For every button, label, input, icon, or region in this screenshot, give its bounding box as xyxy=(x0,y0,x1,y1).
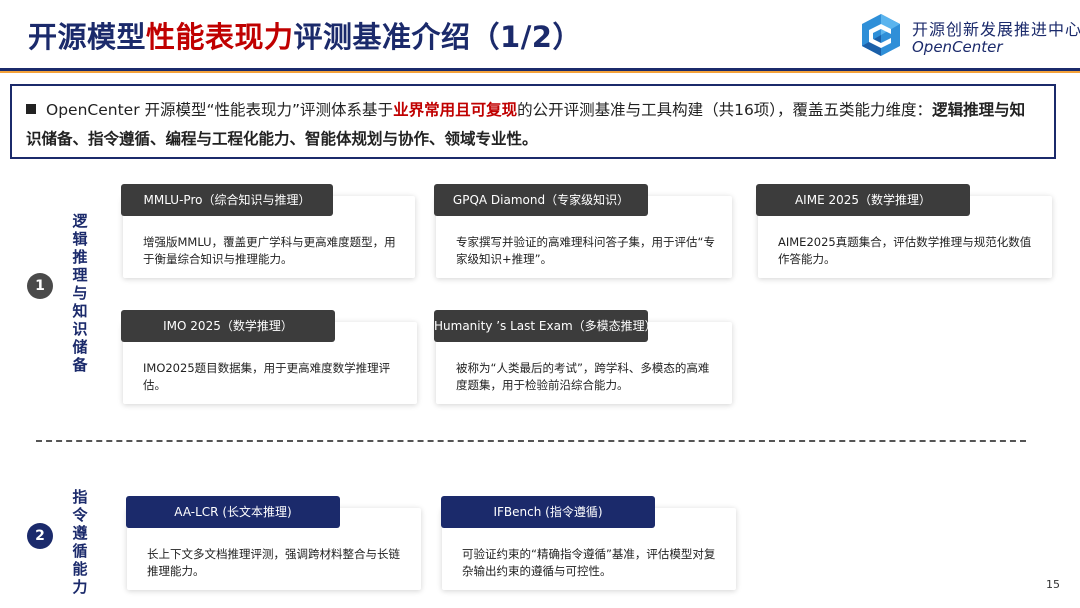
tag-aime-2025: AIME 2025（数学推理） xyxy=(756,184,970,216)
card-desc: 增强版MMLU，覆盖更广学科与更高难度题型，用于衡量综合知识与推理能力。 xyxy=(143,235,396,266)
hexagon-logo-icon xyxy=(862,14,900,56)
section-label-char: 识 xyxy=(72,320,88,338)
section-label-char: 逻 xyxy=(72,212,88,230)
logo-text-en: OpenCenter xyxy=(912,38,1003,56)
card-desc: 被称为“人类最后的考试”，跨学科、多模态的高难度题集，用于检验前沿综合能力。 xyxy=(456,361,710,392)
intro-box: OpenCenter 开源模型“性能表现力”评测体系基于业界常用且可复现的公开评… xyxy=(10,84,1056,159)
title-part2: 评测基准介绍（1/2） xyxy=(293,20,582,54)
tag-gpqa-diamond: GPQA Diamond（专家级知识） xyxy=(434,184,648,216)
opencenter-logo: 开源创新发展推进中心 OpenCenter xyxy=(858,12,1080,62)
section-label-char: 推 xyxy=(72,248,88,266)
section-label-char: 备 xyxy=(72,356,88,374)
title-highlight: 性能表现力 xyxy=(146,20,294,54)
logo-text-cn: 开源创新发展推进中心 xyxy=(912,20,1080,39)
card-desc: AIME2025真题集合，评估数学推理与规范化数值作答能力。 xyxy=(778,235,1032,266)
tag-humanitys-last-exam: Humanity ’s Last Exam（多模态推理） xyxy=(434,310,648,342)
section-label-1: 逻辑推理与知识储备 xyxy=(70,212,90,374)
tag-ifbench: IFBench (指令遵循) xyxy=(441,496,655,528)
section-label-char: 循 xyxy=(72,542,88,560)
section-label-char: 遵 xyxy=(72,524,88,542)
tag-mmlu-pro: MMLU-Pro（综合知识与推理） xyxy=(121,184,333,216)
title-part1: 开源模型 xyxy=(28,20,147,54)
intro-part1: OpenCenter 开源模型“性能表现力”评测体系基于 xyxy=(46,101,394,119)
tag-aa-lcr: AA-LCR (长文本推理) xyxy=(126,496,340,528)
section-number-1: 1 xyxy=(27,273,53,299)
square-bullet-icon xyxy=(26,104,36,114)
intro-part2: 的公开评测基准与工具构建（共16项），覆盖五类能力维度： xyxy=(517,101,933,119)
section-label-char: 辑 xyxy=(72,230,88,248)
section-label-char: 令 xyxy=(72,506,88,524)
section-label-char: 与 xyxy=(72,284,88,302)
section-label-2: 指令遵循能力 xyxy=(70,488,90,596)
card-desc: 长上下文多文档推理评测，强调跨材料整合与长链推理能力。 xyxy=(147,547,400,578)
section-label-char: 能 xyxy=(72,560,88,578)
page-title: 开源模型性能表现力评测基准介绍（1/2） xyxy=(28,14,582,56)
tag-imo-2025: IMO 2025（数学推理） xyxy=(121,310,335,342)
section-label-char: 知 xyxy=(72,302,88,320)
card-desc: IMO2025题目数据集，用于更高难度数学推理评估。 xyxy=(143,361,391,392)
section-label-char: 力 xyxy=(72,578,88,596)
card-desc: 专家撰写并验证的高难理科问答子集，用于评估“专家级知识+推理”。 xyxy=(456,235,715,266)
section-number-2: 2 xyxy=(27,523,53,549)
header-rule-orange xyxy=(0,71,1080,73)
section-divider xyxy=(36,440,1026,442)
section-label-char: 理 xyxy=(72,266,88,284)
intro-highlight: 业界常用且可复现 xyxy=(393,101,518,119)
section-label-char: 储 xyxy=(72,338,88,356)
card-desc: 可验证约束的“精确指令遵循”基准，评估模型对复杂输出约束的遵循与可控性。 xyxy=(462,547,716,578)
page-number: 15 xyxy=(1046,578,1060,591)
section-label-char: 指 xyxy=(72,488,88,506)
